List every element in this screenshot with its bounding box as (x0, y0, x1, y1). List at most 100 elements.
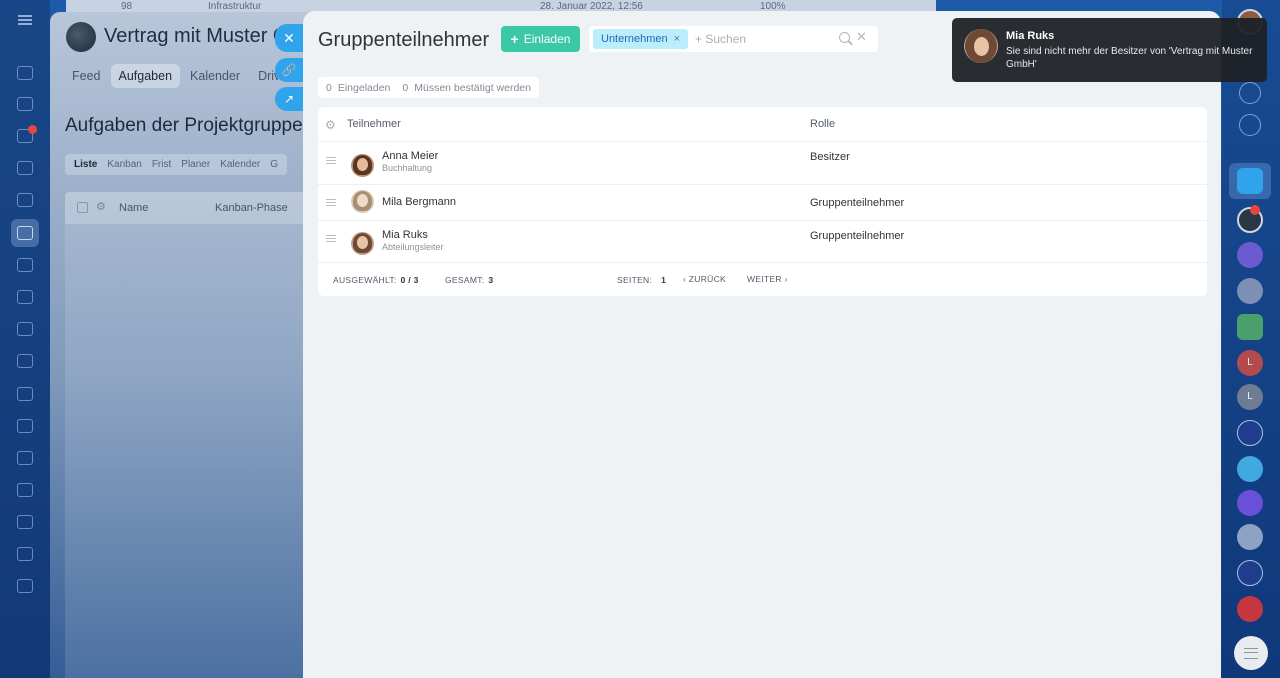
invite-button[interactable]: + Einladen (501, 26, 580, 52)
chat-avatar-l2[interactable]: L (1237, 384, 1263, 410)
table-row[interactable]: Anna Meier Buchhaltung Besitzer (318, 142, 1207, 185)
tab-tasks[interactable]: Aufgaben (110, 64, 181, 88)
member-role: Gruppenteilnehmer (810, 230, 905, 242)
telephony-icon[interactable] (1239, 82, 1261, 104)
link-icon: 🔗 (281, 63, 297, 77)
nav-store-icon[interactable] (17, 483, 33, 497)
menu-icon[interactable] (18, 15, 32, 25)
close-slider-button[interactable]: ✕ (275, 24, 303, 52)
column-member[interactable]: Teilnehmer (347, 118, 401, 130)
search-input[interactable] (695, 30, 835, 48)
nav-feed-icon[interactable] (17, 66, 33, 80)
bookmark-icon[interactable] (1237, 168, 1263, 194)
next-page-link[interactable]: WEITER › (747, 274, 788, 284)
plus-icon: + (510, 31, 519, 47)
nav-documents-icon[interactable] (17, 97, 33, 111)
chat-avatar-4[interactable] (1237, 420, 1263, 446)
selected-count: AUSGEWÄHLT: 0 / 3 (333, 275, 419, 285)
nav-calendar-icon[interactable] (17, 161, 33, 175)
member-name[interactable]: Mila Bergmann (382, 196, 456, 208)
view-list[interactable]: Liste (69, 157, 102, 172)
view-planner[interactable]: Planer (176, 157, 215, 172)
chat-avatar-7[interactable] (1237, 524, 1263, 550)
nav-crm-icon[interactable] (17, 258, 33, 272)
nav-reports-icon[interactable] (17, 515, 33, 529)
chat-avatar-8[interactable] (1237, 560, 1263, 586)
filter-chip-label: Unternehmen (601, 33, 668, 45)
remove-filter-icon[interactable]: × (674, 33, 680, 45)
next-label: WEITER (747, 274, 782, 284)
close-icon: ✕ (283, 30, 295, 46)
column-name[interactable]: Name (119, 202, 148, 214)
counter-invited-label: Eingeladen (337, 81, 391, 94)
avatar (964, 29, 998, 63)
drag-handle-icon[interactable] (326, 235, 336, 242)
counter-invited-value: 0 (326, 81, 332, 94)
tab-feed[interactable]: Feed (64, 64, 109, 88)
clear-search-icon[interactable]: ✕ (856, 30, 867, 43)
filter-chip[interactable]: Unternehmen × (593, 29, 689, 49)
view-deadline[interactable]: Frist (147, 157, 176, 172)
member-name[interactable]: Anna Meier (382, 150, 438, 162)
grid-settings-gear-icon[interactable]: ⚙ (325, 118, 336, 132)
nav-sites-icon[interactable] (17, 387, 33, 401)
column-role[interactable]: Rolle (810, 118, 835, 130)
avatar[interactable] (351, 232, 374, 255)
view-calendar[interactable]: Kalender (215, 157, 265, 172)
nav-inventory-icon[interactable] (17, 547, 33, 561)
nav-drive-icon[interactable] (17, 193, 33, 207)
filter-search-box[interactable]: Unternehmen × ✕ (589, 26, 878, 52)
member-role: Besitzer (810, 151, 850, 163)
tab-calendar[interactable]: Kalender (182, 64, 248, 88)
page-title: Gruppenteilnehmer (318, 29, 490, 51)
rail-menu-icon[interactable] (1234, 636, 1268, 670)
table-row[interactable]: Mila Bergmann Gruppenteilnehmer (318, 185, 1207, 221)
grid-footer: AUSGEWÄHLT: 0 / 3 GESAMT: 3 SEITEN: 1 ‹ ZUR… (318, 263, 1207, 296)
chat-avatar-1[interactable] (1237, 242, 1263, 268)
chat-badge (28, 125, 37, 134)
search-icon[interactable] (839, 32, 850, 43)
invite-label: Einladen (523, 32, 571, 46)
counter-pending[interactable]: 0 Müssen bestätigt werden (402, 82, 531, 94)
chat-avatar-9[interactable] (1237, 596, 1263, 622)
counter-invited[interactable]: 0 Eingeladen (326, 82, 390, 94)
row-project: Infrastruktur (208, 1, 262, 12)
drag-handle-icon[interactable] (326, 199, 336, 206)
avatar[interactable] (351, 154, 374, 177)
rail-badge (1250, 205, 1260, 215)
project-logo (66, 22, 96, 52)
column-stage[interactable]: Kanban-Phase (215, 202, 288, 214)
nav-contacts-icon[interactable] (17, 322, 33, 336)
settings-gear-icon[interactable]: ⚙ (96, 200, 106, 213)
view-kanban[interactable]: Kanban (102, 157, 146, 172)
nav-cart-icon[interactable] (17, 579, 33, 593)
notification-text: Sie sind nicht mehr der Besitzer von 'Ve… (1006, 46, 1253, 70)
avatar[interactable] (351, 190, 374, 213)
notification-title: Mia Ruks (1006, 30, 1055, 42)
open-new-window-button[interactable]: ↗ (275, 87, 303, 111)
notification-toast[interactable]: Mia Ruks Sie sind nicht mehr der Besitze… (952, 18, 1267, 82)
pages-count: SEITEN: 1 (617, 275, 666, 285)
left-navigation (0, 0, 50, 678)
chat-avatar-2[interactable] (1237, 278, 1263, 304)
nav-mail-icon[interactable] (17, 290, 33, 304)
nav-shop-icon[interactable] (17, 451, 33, 465)
prev-page-link[interactable]: ‹ ZURÜCK (683, 274, 726, 284)
nav-filter-icon[interactable] (17, 419, 33, 433)
total-label: GESAMT: (445, 275, 485, 285)
chat-avatar-5[interactable] (1237, 456, 1263, 482)
view-gantt[interactable]: G (265, 157, 283, 172)
select-all-checkbox[interactable] (77, 202, 88, 213)
search-chat-icon[interactable] (1239, 114, 1261, 136)
chat-avatar-l1[interactable]: L (1237, 350, 1263, 376)
view-switcher: Liste Kanban Frist Planer Kalender G (65, 154, 287, 175)
member-name[interactable]: Mia Ruks (382, 229, 428, 241)
copy-link-button[interactable]: 🔗 (275, 58, 303, 82)
table-row[interactable]: Mia Ruks Abteilungsleiter Gruppenteilneh… (318, 221, 1207, 263)
nav-tasks-icon[interactable] (17, 226, 33, 240)
nav-workgroups-icon[interactable] (17, 354, 33, 368)
chat-avatar-6[interactable] (1237, 490, 1263, 516)
chat-avatar-3[interactable] (1237, 314, 1263, 340)
total-count: GESAMT: 3 (445, 275, 493, 285)
drag-handle-icon[interactable] (326, 157, 336, 164)
